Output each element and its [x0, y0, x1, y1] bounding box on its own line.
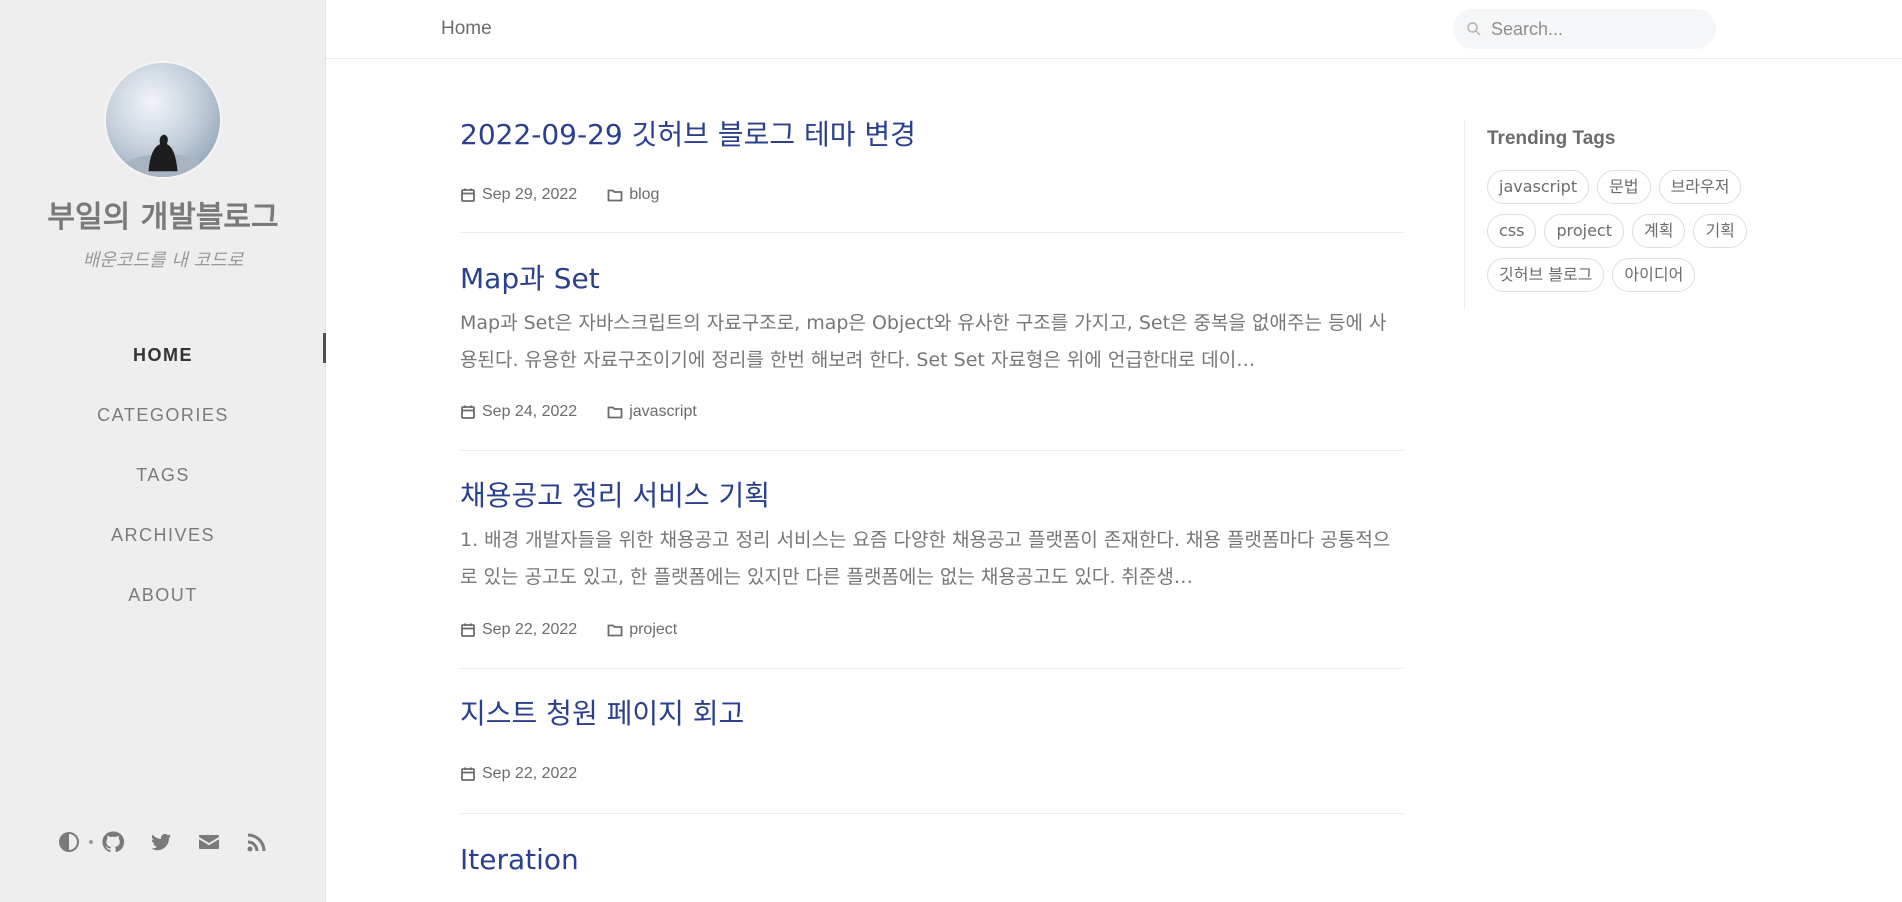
tag-planning[interactable]: 기획 — [1693, 214, 1747, 248]
post-meta: Sep 29, 2022 blog — [460, 186, 689, 204]
post-item: 2022-09-29 깃허브 블로그 테마 변경 Sep 29, 2022 bl… — [460, 100, 1403, 233]
sidebar-nav: HOME CATEGORIES TAGS ARCHIVES ABOUT — [0, 325, 326, 625]
post-date: Sep 22, 2022 — [460, 765, 577, 783]
calendar-icon — [461, 767, 475, 781]
post-date: Sep 29, 2022 — [460, 186, 577, 204]
tag-github-blog[interactable]: 깃허브 블로그 — [1487, 258, 1605, 292]
separator-dot — [89, 840, 93, 844]
email-icon[interactable] — [196, 829, 222, 855]
post-item: Map과 Set Map과 Set은 자바스크립트의 자료구조로, map은 O… — [460, 233, 1403, 451]
post-date-text: Sep 24, 2022 — [482, 403, 578, 420]
post-date-text: Sep 22, 2022 — [482, 621, 578, 638]
avatar[interactable] — [104, 61, 222, 179]
post-date-text: Sep 29, 2022 — [482, 186, 578, 203]
tag-plan[interactable]: 계획 — [1632, 214, 1686, 248]
folder-icon — [607, 406, 623, 419]
tag-javascript[interactable]: javascript — [1487, 170, 1590, 204]
topbar: Home — [326, 0, 1902, 59]
search-box[interactable] — [1453, 9, 1716, 49]
post-title[interactable]: 2022-09-29 깃허브 블로그 테마 변경 — [460, 117, 916, 153]
post-meta: Sep 22, 2022 project — [460, 621, 707, 639]
sidebar: 부일의 개발블로그 배운코드를 내 코드로 HOME CATEGORIES TA… — [0, 0, 326, 902]
nav-item-label: TAGS — [136, 464, 190, 485]
calendar-icon — [461, 188, 475, 202]
rss-icon[interactable] — [244, 829, 270, 855]
nav-item-label: CATEGORIES — [97, 404, 229, 425]
search-input[interactable] — [1491, 18, 1711, 40]
post-excerpt: 1. 배경 개발자들을 위한 채용공고 정리 서비스는 요즘 다양한 채용공고 … — [460, 529, 1391, 588]
post-excerpt: Map과 Set은 자바스크립트의 자료구조로, map은 Object와 유사… — [460, 312, 1387, 371]
site-title[interactable]: 부일의 개발블로그 — [0, 192, 326, 236]
tag-list: javascript 문법 브라우저 css project 계획 기획 깃허브… — [1487, 170, 1757, 292]
post-date-text: Sep 22, 2022 — [482, 765, 578, 782]
folder-icon — [607, 189, 623, 202]
post-category[interactable]: blog — [607, 186, 659, 204]
post-category-text: javascript — [629, 403, 697, 420]
nav-item-label: ARCHIVES — [110, 524, 216, 545]
tag-project[interactable]: project — [1544, 214, 1624, 248]
nav-item-home[interactable]: HOME — [0, 325, 326, 385]
sidebar-bottom-icons — [0, 822, 326, 862]
nav-item-archives[interactable]: ARCHIVES — [0, 505, 326, 565]
avatar-image — [106, 63, 220, 177]
trending-tags-panel: Trending Tags javascript 문법 브라우저 css pro… — [1464, 120, 1764, 310]
post-date: Sep 22, 2022 — [460, 621, 577, 639]
site-subtitle: 배운코드를 내 코드로 — [82, 250, 244, 271]
github-icon[interactable] — [100, 829, 126, 855]
post-category-text: blog — [629, 186, 660, 203]
tag-browser[interactable]: 브라우저 — [1658, 170, 1742, 204]
trending-tags-title: Trending Tags — [1487, 128, 1616, 149]
tag-idea[interactable]: 아이디어 — [1612, 258, 1696, 292]
post-meta: Sep 22, 2022 — [460, 765, 607, 783]
calendar-icon — [461, 623, 475, 637]
twitter-icon[interactable] — [148, 829, 174, 855]
post-title[interactable]: 채용공고 정리 서비스 기획 — [460, 478, 770, 514]
post-category[interactable]: javascript — [607, 403, 697, 421]
tag-grammar[interactable]: 문법 — [1597, 170, 1651, 204]
post-meta: Sep 24, 2022 javascript — [460, 403, 727, 421]
post-list: 2022-09-29 깃허브 블로그 테마 변경 Sep 29, 2022 bl… — [460, 100, 1403, 902]
calendar-icon — [461, 405, 475, 419]
post-title[interactable]: Iteration — [460, 842, 579, 878]
nav-item-about[interactable]: ABOUT — [0, 565, 326, 625]
nav-item-categories[interactable]: CATEGORIES — [0, 385, 326, 445]
search-icon — [1465, 20, 1483, 38]
post-title[interactable]: 지스트 청원 페이지 회고 — [460, 696, 744, 732]
post-item: Iteration — [460, 814, 1403, 902]
nav-item-tags[interactable]: TAGS — [0, 445, 326, 505]
tag-css[interactable]: css — [1487, 214, 1537, 248]
nav-item-label: HOME — [133, 344, 193, 365]
post-item: 채용공고 정리 서비스 기획 1. 배경 개발자들을 위한 채용공고 정리 서비… — [460, 451, 1403, 669]
folder-icon — [607, 624, 623, 637]
post-item: 지스트 청원 페이지 회고 Sep 22, 2022 — [460, 669, 1403, 814]
post-title[interactable]: Map과 Set — [460, 261, 600, 297]
post-date: Sep 24, 2022 — [460, 403, 577, 421]
theme-toggle-icon[interactable] — [56, 829, 82, 855]
breadcrumb: Home — [441, 18, 492, 39]
post-category-text: project — [629, 621, 678, 638]
nav-item-label: ABOUT — [128, 584, 198, 605]
post-category[interactable]: project — [607, 621, 677, 639]
